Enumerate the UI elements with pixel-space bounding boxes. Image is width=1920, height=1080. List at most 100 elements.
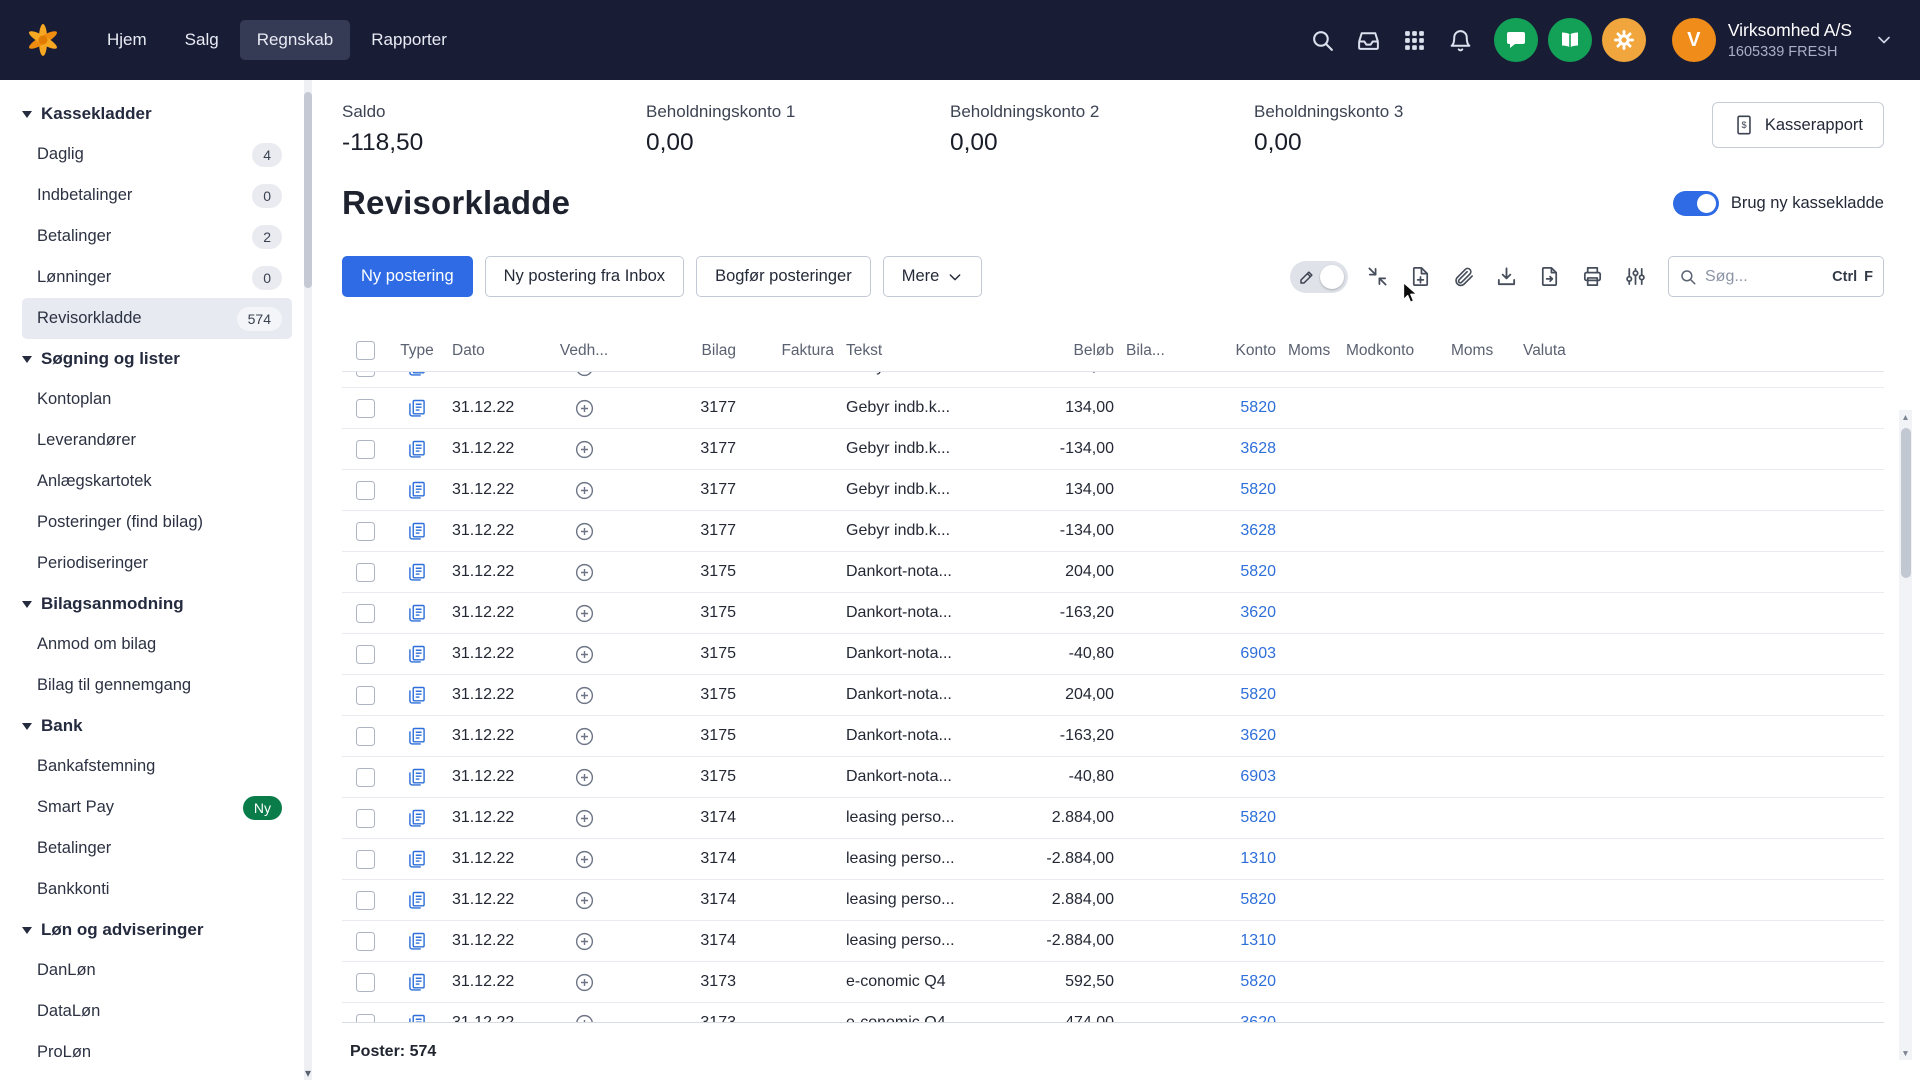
sidebar-item[interactable]: Smart Pay Ny xyxy=(22,787,292,828)
column-header[interactable] xyxy=(342,341,388,360)
add-attachment-icon[interactable] xyxy=(574,972,595,993)
row-checkbox[interactable] xyxy=(356,372,375,377)
add-attachment-icon[interactable] xyxy=(574,480,595,501)
toolbar-button[interactable]: Ny postering fra Inbox xyxy=(485,256,684,297)
sidebar-section-header[interactable]: Bank xyxy=(22,706,292,746)
row-checkbox[interactable] xyxy=(356,973,375,992)
column-header[interactable]: Moms xyxy=(1282,342,1340,360)
sidebar-section-header[interactable]: Bilagsanmodning xyxy=(22,584,292,624)
column-header[interactable]: Beløb xyxy=(1010,342,1120,360)
table-row[interactable]: 31.12.22 3174 leasing perso... 2.884,00 … xyxy=(342,880,1884,921)
select-all-checkbox[interactable] xyxy=(356,341,375,360)
table-row[interactable]: 31.12.22 3174 leasing perso... -2.884,00… xyxy=(342,921,1884,962)
sidebar-item[interactable]: Anmod om bilag xyxy=(22,624,292,665)
add-attachment-icon[interactable] xyxy=(574,808,595,829)
table-row[interactable]: 31.12.22 3177 Gebyr indb.k... -134,00 36… xyxy=(342,429,1884,470)
sidebar-item[interactable]: Lønninger 0 xyxy=(22,257,292,298)
row-checkbox[interactable] xyxy=(356,440,375,459)
row-checkbox[interactable] xyxy=(356,645,375,664)
apps-grid-icon[interactable] xyxy=(1392,17,1438,63)
new-document-icon[interactable] xyxy=(1406,263,1434,291)
table-row[interactable]: 31.12.22 3175 Dankort-nota... 204,00 582… xyxy=(342,552,1884,593)
sidebar-item[interactable]: Betalinger 2 xyxy=(22,216,292,257)
column-header[interactable]: Bilag xyxy=(630,342,742,360)
row-checkbox[interactable] xyxy=(356,850,375,869)
add-attachment-icon[interactable] xyxy=(574,890,595,911)
column-header[interactable]: Vedh... xyxy=(538,342,630,360)
table-row[interactable]: 31.12.22 3175 Dankort-nota... -40,80 690… xyxy=(342,634,1884,675)
row-checkbox[interactable] xyxy=(356,399,375,418)
konto-link[interactable]: 3628 xyxy=(1240,522,1276,539)
konto-link[interactable]: 5820 xyxy=(1240,399,1276,416)
sidebar-scroll-down-icon[interactable]: ▾ xyxy=(300,1066,316,1080)
row-checkbox[interactable] xyxy=(356,522,375,541)
collapse-rows-icon[interactable] xyxy=(1363,263,1391,291)
notifications-bell-icon[interactable] xyxy=(1438,17,1484,63)
row-checkbox[interactable] xyxy=(356,1014,375,1023)
table-row[interactable]: 31.12.22 3173 e-conomic Q4 592,50 5820 xyxy=(342,962,1884,1003)
row-checkbox[interactable] xyxy=(356,809,375,828)
scroll-up-icon[interactable]: ▲ xyxy=(1899,410,1912,424)
table-row[interactable]: 31.12.22 3177 Gebyr indb.k... 134,00 582… xyxy=(342,388,1884,429)
table-row[interactable]: 31.12.22 3174 leasing perso... 2.884,00 … xyxy=(342,798,1884,839)
konto-link[interactable]: 1310 xyxy=(1240,932,1276,949)
column-header[interactable]: Tekst xyxy=(840,342,1010,360)
table-row[interactable]: 31.12.22 3177 Gebyr indb.k... 134,00 582… xyxy=(342,470,1884,511)
add-attachment-icon[interactable] xyxy=(574,562,595,583)
table-row[interactable]: 31.12.22 3177 Gebyr indb.k... -134,00 36… xyxy=(342,372,1884,388)
row-checkbox[interactable] xyxy=(356,604,375,623)
nav-item[interactable]: Regnskab xyxy=(240,20,351,60)
table-row[interactable]: 31.12.22 3175 Dankort-nota... 204,00 582… xyxy=(342,675,1884,716)
sidebar-item[interactable]: Betalinger xyxy=(22,828,292,869)
nav-item[interactable]: Rapporter xyxy=(354,20,464,60)
konto-link[interactable]: 5820 xyxy=(1240,891,1276,908)
toolbar-button[interactable]: Mere xyxy=(883,256,983,297)
sidebar-scrollbar[interactable]: ▾ xyxy=(304,80,312,1080)
column-settings-icon[interactable] xyxy=(1621,263,1649,291)
row-checkbox[interactable] xyxy=(356,727,375,746)
search-input[interactable] xyxy=(1705,268,1824,286)
add-attachment-icon[interactable] xyxy=(574,372,595,378)
konto-link[interactable]: 3628 xyxy=(1240,440,1276,457)
sidebar-item[interactable]: DataLøn xyxy=(22,991,292,1032)
column-header[interactable]: Faktura xyxy=(742,342,840,360)
sidebar-item[interactable]: ProLøn xyxy=(22,1032,292,1073)
kasserapport-button[interactable]: $ Kasserapport xyxy=(1712,102,1884,148)
edit-mode-toggle[interactable] xyxy=(1290,261,1348,293)
konto-link[interactable]: 5820 xyxy=(1240,973,1276,990)
support-chat-icon[interactable] xyxy=(1494,18,1538,62)
sidebar-item[interactable]: Leverandører xyxy=(22,420,292,461)
sidebar-section-header[interactable]: Søgning og lister xyxy=(22,339,292,379)
scroll-down-icon[interactable]: ▼ xyxy=(1899,1046,1912,1060)
add-attachment-icon[interactable] xyxy=(574,521,595,542)
table-row[interactable]: 31.12.22 3175 Dankort-nota... -163,20 36… xyxy=(342,593,1884,634)
add-attachment-icon[interactable] xyxy=(574,398,595,419)
konto-link[interactable]: 5820 xyxy=(1240,809,1276,826)
column-header[interactable]: Valuta xyxy=(1517,342,1597,360)
row-checkbox[interactable] xyxy=(356,891,375,910)
toolbar-button[interactable]: Ny postering xyxy=(342,256,473,297)
add-attachment-icon[interactable] xyxy=(574,849,595,870)
sidebar-item[interactable]: Anlægskartotek xyxy=(22,461,292,502)
sidebar-item[interactable]: DanLøn xyxy=(22,950,292,991)
row-checkbox[interactable] xyxy=(356,932,375,951)
add-attachment-icon[interactable] xyxy=(574,685,595,706)
sidebar-item[interactable]: Bankkonti xyxy=(22,869,292,910)
sidebar-section-header[interactable]: Kassekladder xyxy=(22,94,292,134)
konto-link[interactable]: 5820 xyxy=(1240,481,1276,498)
new-kassekladde-toggle[interactable] xyxy=(1673,191,1719,216)
table-row[interactable]: 31.12.22 3177 Gebyr indb.k... -134,00 36… xyxy=(342,511,1884,552)
sidebar-item[interactable]: Posteringer (find bilag) xyxy=(22,502,292,543)
print-icon[interactable] xyxy=(1578,263,1606,291)
download-icon[interactable] xyxy=(1492,263,1520,291)
column-header[interactable]: Type xyxy=(388,342,446,360)
sidebar-scrollbar-thumb[interactable] xyxy=(304,92,312,288)
column-header[interactable]: Dato xyxy=(446,342,538,360)
table-row[interactable]: 31.12.22 3175 Dankort-nota... -40,80 690… xyxy=(342,757,1884,798)
add-attachment-icon[interactable] xyxy=(574,931,595,952)
attachment-icon[interactable] xyxy=(1449,263,1477,291)
row-checkbox[interactable] xyxy=(356,768,375,787)
add-attachment-icon[interactable] xyxy=(574,603,595,624)
inbox-icon[interactable] xyxy=(1346,17,1392,63)
row-checkbox[interactable] xyxy=(356,481,375,500)
